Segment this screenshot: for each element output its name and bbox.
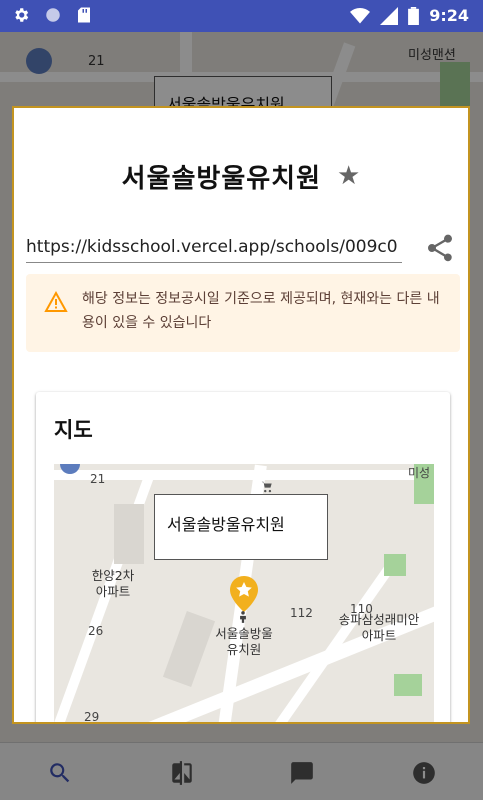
star-icon[interactable]: ★ bbox=[337, 163, 360, 189]
map-label-apartment: 송파삼성래미안 아파트 bbox=[338, 612, 420, 643]
warning-icon bbox=[44, 290, 68, 312]
shopping-cart-icon bbox=[261, 481, 272, 493]
warning-text: 해당 정보는 정보공시일 기준으로 제공되며, 현재와는 다른 내용이 있을 수… bbox=[82, 291, 440, 331]
wifi-icon bbox=[350, 7, 371, 23]
map-popup-text: 서울솔방울유치원 bbox=[167, 515, 285, 534]
map-label: 21 bbox=[90, 472, 106, 486]
warning-banner: 해당 정보는 정보공시일 기준으로 제공되며, 현재와는 다른 내용이 있을 수… bbox=[26, 274, 460, 352]
map-label-apartment: 한양2차 아파트 bbox=[91, 568, 135, 599]
map-card: 지도 21 미성 한양2차 아파트 26 112 110 송파삼성래미안 아파트 bbox=[36, 392, 450, 724]
map-popup: 서울솔방울유치원 bbox=[154, 494, 328, 560]
location-marker-icon[interactable] bbox=[230, 576, 258, 612]
battery-icon bbox=[408, 6, 420, 25]
map-label: 29 bbox=[84, 710, 100, 724]
map-label: 26 bbox=[88, 624, 104, 638]
status-bar: 9:24 bbox=[0, 0, 483, 32]
url-field[interactable] bbox=[26, 232, 402, 263]
map-label-school: 서울솔방울 유치원 bbox=[215, 626, 273, 657]
map-label: 112 bbox=[290, 606, 313, 620]
map-view[interactable]: 21 미성 한양2차 아파트 26 112 110 송파삼성래미안 아파트 29… bbox=[54, 464, 434, 724]
map-label: 미성 bbox=[408, 466, 431, 480]
school-detail-dialog: 서울솔방울유치원 ★ 해당 정보는 정보공시일 기준으로 제공되며, 현재와는 … bbox=[12, 106, 470, 724]
dialog-title: 서울솔방울유치원 bbox=[121, 163, 322, 194]
gear-icon bbox=[15, 8, 29, 22]
share-icon[interactable] bbox=[424, 232, 456, 264]
circle-icon bbox=[46, 8, 60, 22]
scrim[interactable] bbox=[0, 742, 483, 800]
title-row: 서울솔방울유치원 ★ bbox=[14, 148, 468, 204]
signal-icon bbox=[380, 6, 399, 25]
child-icon bbox=[240, 611, 246, 623]
url-row bbox=[26, 228, 456, 268]
clock: 9:24 bbox=[429, 6, 469, 25]
sd-card-icon bbox=[78, 7, 90, 23]
map-card-title: 지도 bbox=[54, 418, 93, 442]
